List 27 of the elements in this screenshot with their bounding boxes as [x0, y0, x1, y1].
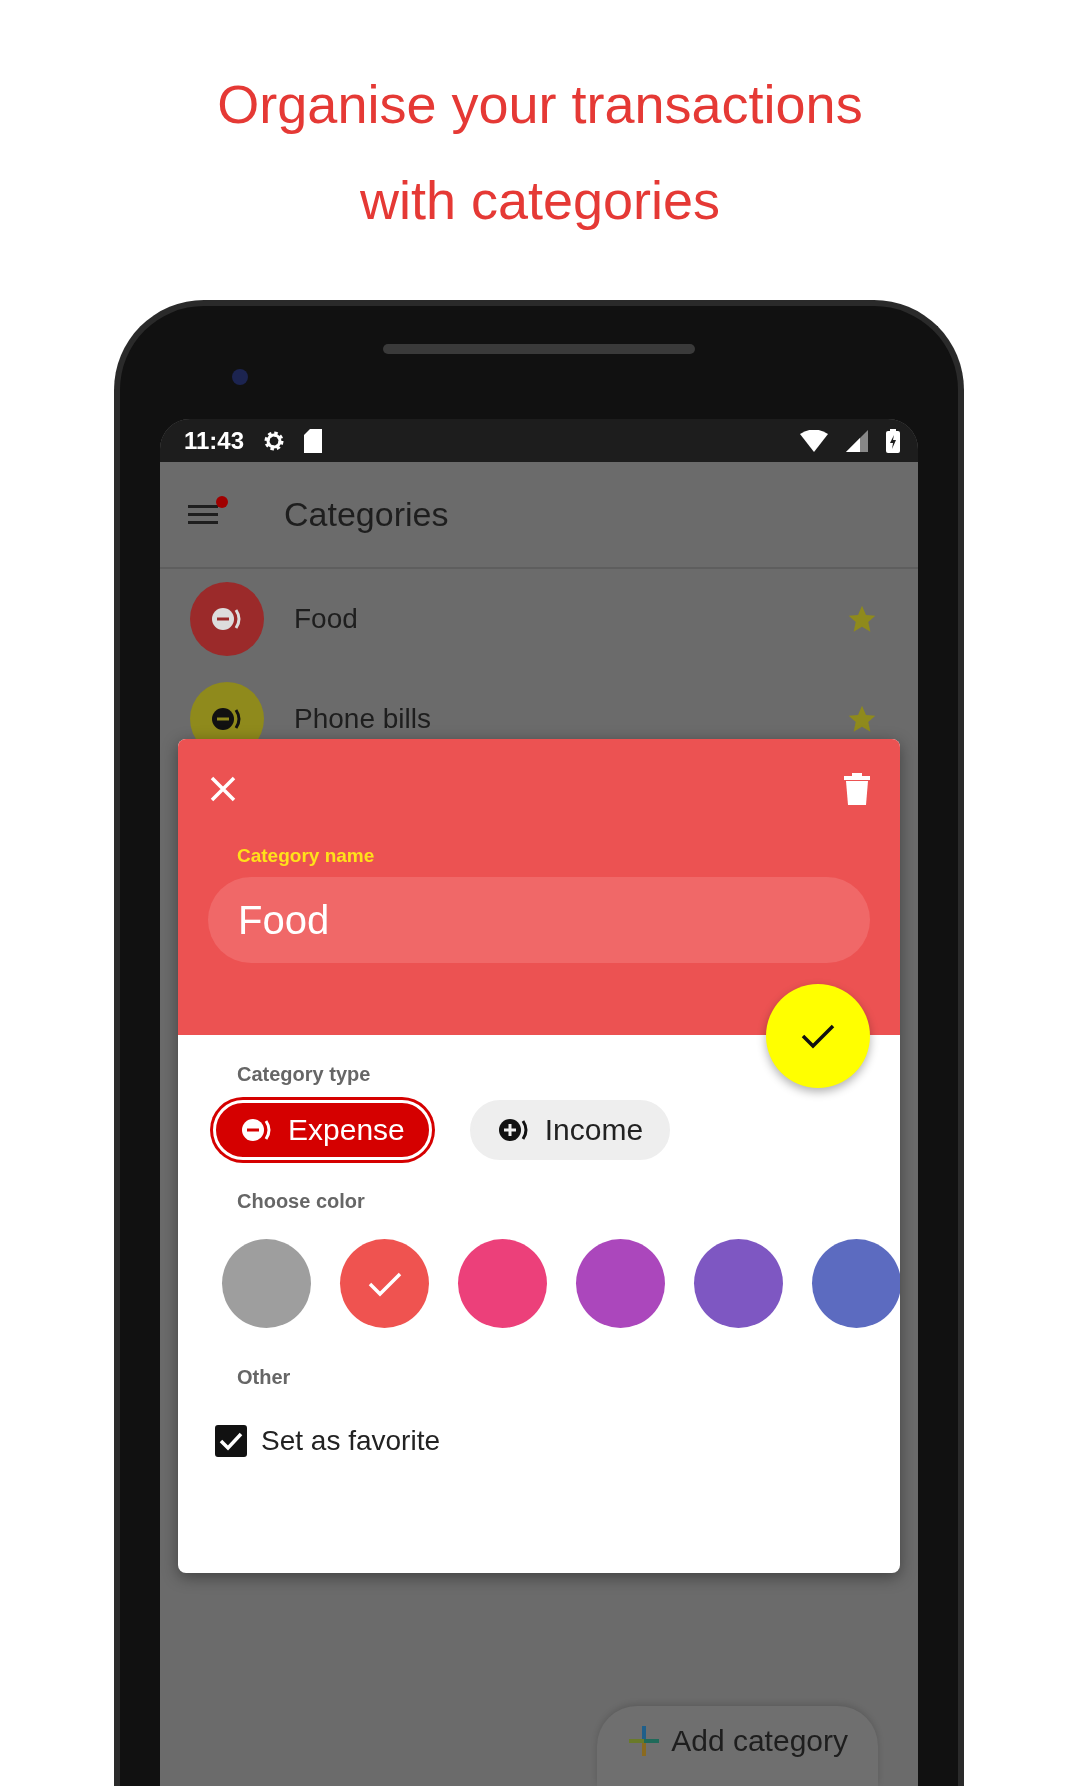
section-label: Choose color	[237, 1190, 366, 1213]
category-name: Phone bills	[294, 703, 432, 735]
section-label: Other	[237, 1366, 292, 1389]
app-bar-title: Categories	[284, 495, 449, 534]
check-icon	[801, 1023, 835, 1049]
signal-icon	[846, 429, 868, 452]
category-row[interactable]: Food	[160, 569, 918, 669]
section-label: Category type	[237, 1063, 372, 1086]
checkbox-label: Set as favorite	[261, 1425, 440, 1457]
category-type-chip[interactable]: Expense	[213, 1100, 432, 1160]
sd-card-icon	[304, 428, 323, 453]
status-time: 11:43	[184, 426, 245, 455]
category-name-field[interactable]: Food	[208, 877, 870, 963]
delete-button[interactable]	[844, 773, 870, 805]
headline: Organise your transactions with categories	[216, 73, 864, 232]
favorite-checkbox[interactable]	[215, 1425, 247, 1457]
battery-icon	[886, 428, 900, 453]
save-button[interactable]	[766, 984, 870, 1088]
add-category-button[interactable]: Add category	[597, 1706, 878, 1786]
check-icon	[367, 1270, 402, 1297]
camera-icon	[232, 369, 248, 385]
category-type-chip[interactable]: Income	[469, 1100, 671, 1160]
plus-icon	[627, 1724, 662, 1758]
category-name: Food	[294, 603, 359, 635]
wifi-icon	[800, 429, 828, 452]
close-button[interactable]	[208, 774, 238, 804]
field-label: Category name	[237, 845, 376, 867]
